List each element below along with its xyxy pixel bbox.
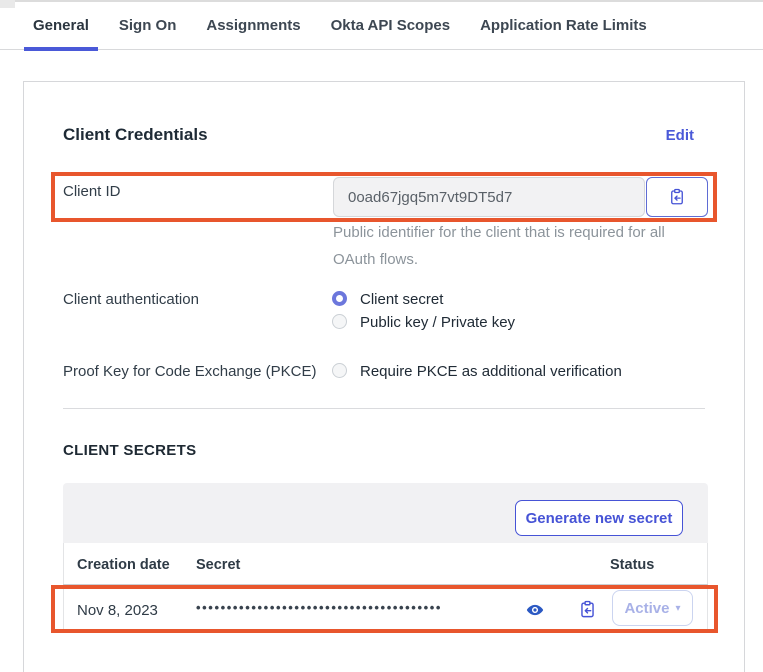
pkce-label: Proof Key for Code Exchange (PKCE): [63, 363, 316, 380]
tab-application-rate-limits-label: Application Rate Limits: [480, 17, 647, 34]
tab-application-rate-limits[interactable]: Application Rate Limits: [471, 2, 656, 50]
secret-row-creation-date: Nov 8, 2023: [77, 602, 158, 619]
radio-public-private-key-label: Public key / Private key: [360, 314, 515, 331]
tab-assignments[interactable]: Assignments: [197, 2, 309, 50]
client-id-help-text: Public identifier for the client that is…: [333, 219, 681, 273]
copy-secret-button[interactable]: [576, 598, 598, 620]
edit-button[interactable]: Edit: [666, 127, 694, 144]
client-credentials-title: Client Credentials: [63, 125, 208, 145]
pkce-option-label: Require PKCE as additional verification: [360, 363, 622, 380]
tab-general-label: General: [33, 17, 89, 34]
tab-general[interactable]: General: [24, 2, 98, 50]
tab-okta-api-scopes-label: Okta API Scopes: [331, 17, 451, 34]
section-divider: [63, 408, 705, 409]
active-tab-underline: [24, 47, 98, 51]
eye-icon: [526, 601, 544, 619]
column-header-status: Status: [610, 557, 654, 573]
reveal-secret-button[interactable]: [524, 599, 546, 621]
secret-row-masked-value: ••••••••••••••••••••••••••••••••••••••••: [196, 600, 442, 615]
column-header-secret: Secret: [196, 557, 240, 573]
clipboard-paste-icon: [668, 188, 686, 206]
tab-sign-on-label: Sign On: [119, 17, 177, 34]
client-id-label: Client ID: [63, 183, 121, 200]
pkce-checkbox[interactable]: [332, 363, 347, 378]
clipboard-paste-icon: [578, 600, 597, 619]
radio-client-secret-label: Client secret: [360, 291, 443, 308]
client-authentication-label: Client authentication: [63, 291, 199, 308]
secret-status-label: Active: [624, 600, 669, 617]
copy-client-id-button[interactable]: [646, 177, 708, 217]
radio-client-secret[interactable]: [332, 291, 347, 306]
client-secrets-title: CLIENT SECRETS: [63, 442, 196, 459]
chevron-down-icon: ▾: [676, 603, 681, 614]
tab-assignments-label: Assignments: [206, 17, 300, 34]
radio-public-private-key[interactable]: [332, 314, 347, 329]
tab-sign-on[interactable]: Sign On: [110, 2, 186, 50]
generate-new-secret-button[interactable]: Generate new secret: [515, 500, 683, 536]
column-header-creation-date: Creation date: [77, 557, 170, 573]
client-id-input[interactable]: [333, 177, 645, 217]
tab-okta-api-scopes[interactable]: Okta API Scopes: [322, 2, 460, 50]
app-tabs: General Sign On Assignments Okta API Sco…: [0, 2, 763, 50]
okta-app-settings-page: General Sign On Assignments Okta API Sco…: [0, 0, 763, 672]
secret-status-dropdown[interactable]: Active ▾: [612, 590, 693, 626]
